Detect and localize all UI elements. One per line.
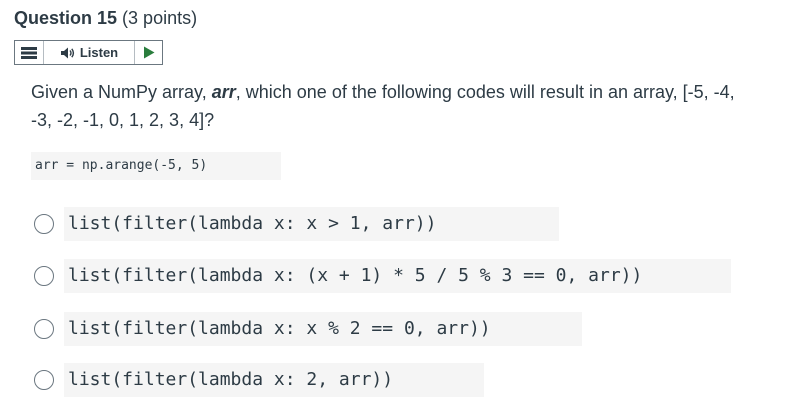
play-icon: [143, 46, 154, 59]
answer-option-3[interactable]: list(filter(lambda x: x % 2 == 0, arr)): [34, 312, 582, 346]
answer-option-4[interactable]: list(filter(lambda x: 2, arr)): [34, 363, 484, 397]
answer-code: list(filter(lambda x: 2, arr)): [64, 363, 484, 397]
radio-button[interactable]: [34, 370, 54, 390]
prompt-var: arr: [211, 82, 236, 102]
menu-icon: [21, 46, 37, 59]
radio-button[interactable]: [34, 319, 54, 339]
code-block: arr = np.arange(-5, 5): [31, 152, 281, 180]
answer-option-2[interactable]: list(filter(lambda x: (x + 1) * 5 / 5 % …: [34, 259, 731, 293]
question-prompt: Given a NumPy array, arr, which one of t…: [31, 78, 751, 134]
radio-button[interactable]: [34, 266, 54, 286]
listen-button[interactable]: Listen: [44, 41, 135, 64]
answer-code: list(filter(lambda x: x > 1, arr)): [64, 207, 559, 241]
radio-button[interactable]: [34, 214, 54, 234]
answer-option-1[interactable]: list(filter(lambda x: x > 1, arr)): [34, 207, 559, 241]
answer-code: list(filter(lambda x: x % 2 == 0, arr)): [64, 312, 582, 346]
listen-label: Listen: [79, 45, 119, 60]
question-number: Question 15: [14, 8, 118, 28]
menu-button[interactable]: [15, 41, 44, 64]
question-header: Question 15 (3 points): [14, 8, 197, 29]
question-points: (3 points): [122, 8, 198, 28]
listen-toolbar: Listen: [14, 40, 163, 65]
answer-code: list(filter(lambda x: (x + 1) * 5 / 5 % …: [64, 259, 731, 293]
play-button[interactable]: [135, 41, 162, 64]
prompt-text-1: Given a NumPy array,: [31, 82, 212, 102]
speaker-icon: [60, 47, 74, 58]
